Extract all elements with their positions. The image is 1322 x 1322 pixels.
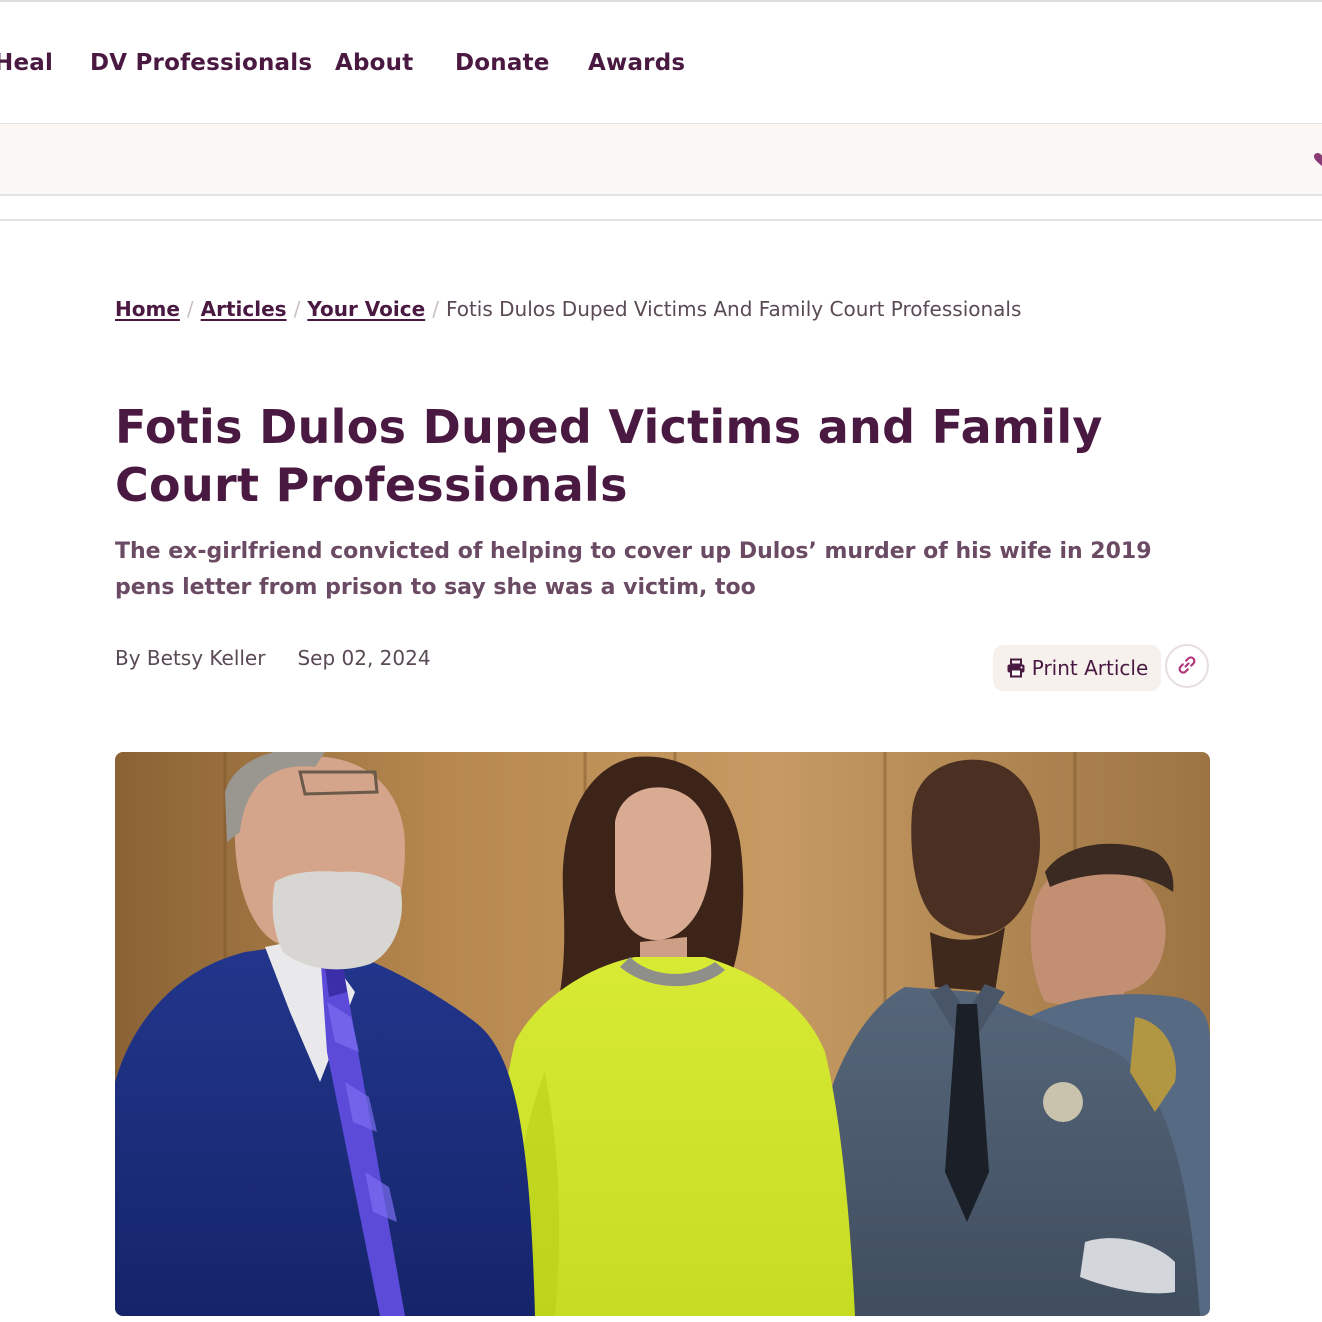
copy-link-button[interactable]	[1165, 644, 1209, 688]
breadcrumb: Home / Articles / Your Voice / Fotis Dulos Dup…	[115, 297, 1021, 321]
link-icon	[1177, 655, 1197, 678]
main-nav: Heal DV Professionals About Donate Award…	[0, 2, 1322, 125]
breadcrumb-articles[interactable]: Articles	[201, 297, 287, 321]
print-article-button[interactable]: Print Article	[993, 645, 1161, 691]
author: By Betsy Keller	[115, 646, 266, 670]
print-article-label: Print Article	[1031, 656, 1149, 680]
nav-item-dv-professionals[interactable]: DV Professionals	[90, 50, 312, 76]
nav-item-heal[interactable]: Heal	[0, 50, 53, 76]
breadcrumb-separator: /	[293, 297, 301, 321]
section-divider	[0, 219, 1322, 221]
publish-date: Sep 02, 2024	[297, 646, 431, 670]
breadcrumb-current: Fotis Dulos Duped Victims And Family Cou…	[445, 297, 1022, 321]
breadcrumb-separator: /	[186, 297, 194, 321]
breadcrumb-home[interactable]: Home	[115, 297, 180, 321]
breadcrumb-your-voice[interactable]: Your Voice	[307, 297, 425, 321]
heart-icon[interactable]	[1314, 152, 1322, 166]
promo-band	[0, 124, 1322, 196]
printer-icon	[1006, 658, 1026, 678]
article-subtitle: The ex-girlfriend convicted of helping t…	[115, 539, 1152, 600]
article-title: Fotis Dulos Duped Victims and Family Cou…	[115, 400, 1103, 512]
nav-item-awards[interactable]: Awards	[588, 50, 685, 76]
hero-image	[115, 752, 1210, 1316]
nav-item-donate[interactable]: Donate	[455, 50, 550, 76]
byline: By Betsy Keller Sep 02, 2024	[115, 646, 431, 670]
breadcrumb-separator: /	[432, 297, 439, 321]
nav-item-about[interactable]: About	[335, 50, 413, 76]
